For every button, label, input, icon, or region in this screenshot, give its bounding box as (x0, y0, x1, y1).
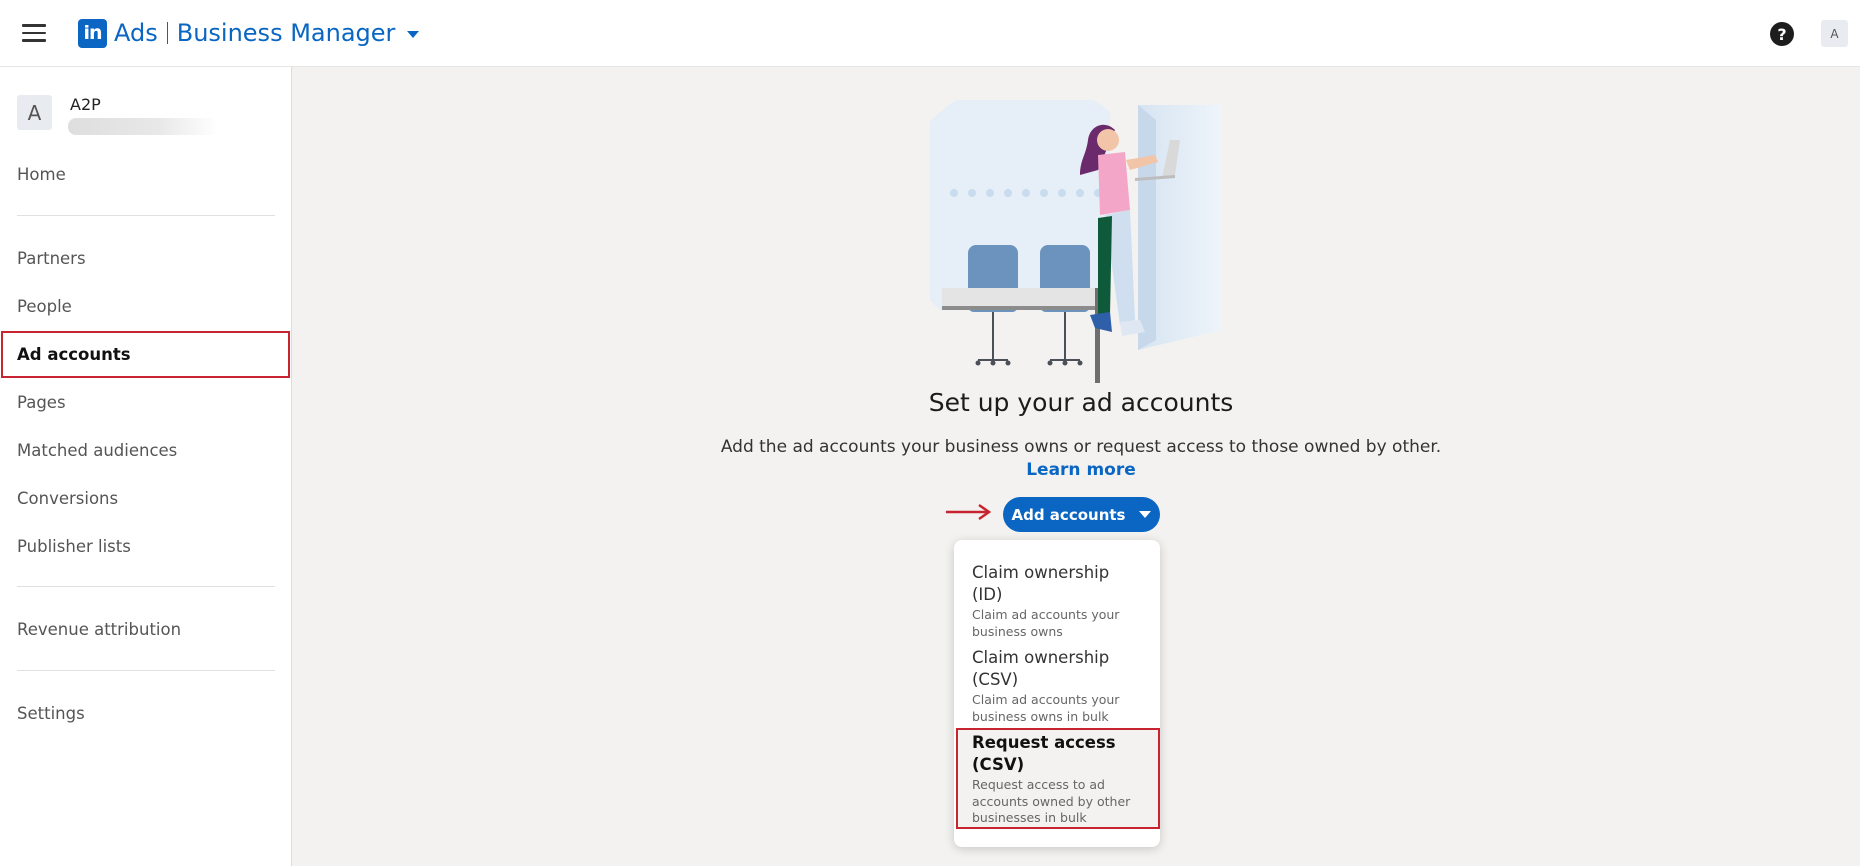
menu-item-title: Request access (CSV) (972, 733, 1116, 774)
sidebar-item-partners[interactable]: Partners (17, 249, 86, 268)
linkedin-logo-icon: in (78, 18, 107, 48)
brand-divider (166, 22, 168, 44)
sidebar-divider (17, 670, 275, 671)
arrow-right-icon (946, 503, 992, 521)
brand-switcher[interactable]: in Ads Business Manager (78, 17, 420, 49)
menu-item-claim-ownership-id[interactable]: Claim ownership (ID) Claim ad accounts y… (972, 562, 1142, 640)
brand-product-label: Business Manager (176, 19, 396, 47)
top-bar: in Ads Business Manager ? A (0, 0, 1860, 67)
menu-item-description: Request access to ad accounts owned by o… (972, 777, 1131, 825)
sidebar-item-settings[interactable]: Settings (17, 704, 85, 723)
menu-item-request-access-csv[interactable]: Request access (CSV) Request access to a… (972, 732, 1142, 827)
sidebar-item-publisher-lists[interactable]: Publisher lists (17, 537, 131, 556)
user-avatar[interactable]: A (1821, 20, 1848, 47)
sidebar-divider (17, 586, 275, 587)
sidebar-item-ad-accounts[interactable]: Ad accounts (17, 345, 131, 364)
add-accounts-button[interactable]: Add accounts (1003, 497, 1160, 532)
org-id-redacted (68, 118, 218, 135)
page-subtitle: Add the ad accounts your business owns o… (720, 437, 1442, 457)
learn-more-link[interactable]: Learn more (0, 460, 1860, 480)
add-accounts-label: Add accounts (1011, 505, 1126, 524)
org-avatar: A (17, 95, 52, 130)
help-icon[interactable]: ? (1770, 22, 1794, 46)
menu-item-description: Claim ad accounts your business owns in … (972, 692, 1120, 724)
sidebar-item-conversions[interactable]: Conversions (17, 489, 118, 508)
sidebar-item-people[interactable]: People (17, 297, 72, 316)
sidebar-item-home[interactable]: Home (17, 165, 66, 184)
menu-icon[interactable] (22, 24, 46, 42)
menu-item-claim-ownership-csv[interactable]: Claim ownership (CSV) Claim ad accounts … (972, 647, 1142, 725)
sidebar-item-revenue-attribution[interactable]: Revenue attribution (17, 620, 181, 639)
menu-item-title: Claim ownership (CSV) (972, 648, 1110, 689)
add-accounts-dropdown: Claim ownership (ID) Claim ad accounts y… (954, 540, 1160, 847)
menu-item-description: Claim ad accounts your business owns (972, 607, 1120, 639)
caret-down-icon (1139, 511, 1152, 518)
chevron-down-icon (407, 30, 420, 38)
sidebar-divider (17, 215, 275, 216)
empty-state-illustration (930, 100, 1222, 383)
page-title: Set up your ad accounts (928, 388, 1234, 417)
menu-item-title: Claim ownership (ID) (972, 563, 1110, 604)
org-name: A2P (70, 95, 101, 114)
brand-ads-label: Ads (114, 19, 158, 47)
